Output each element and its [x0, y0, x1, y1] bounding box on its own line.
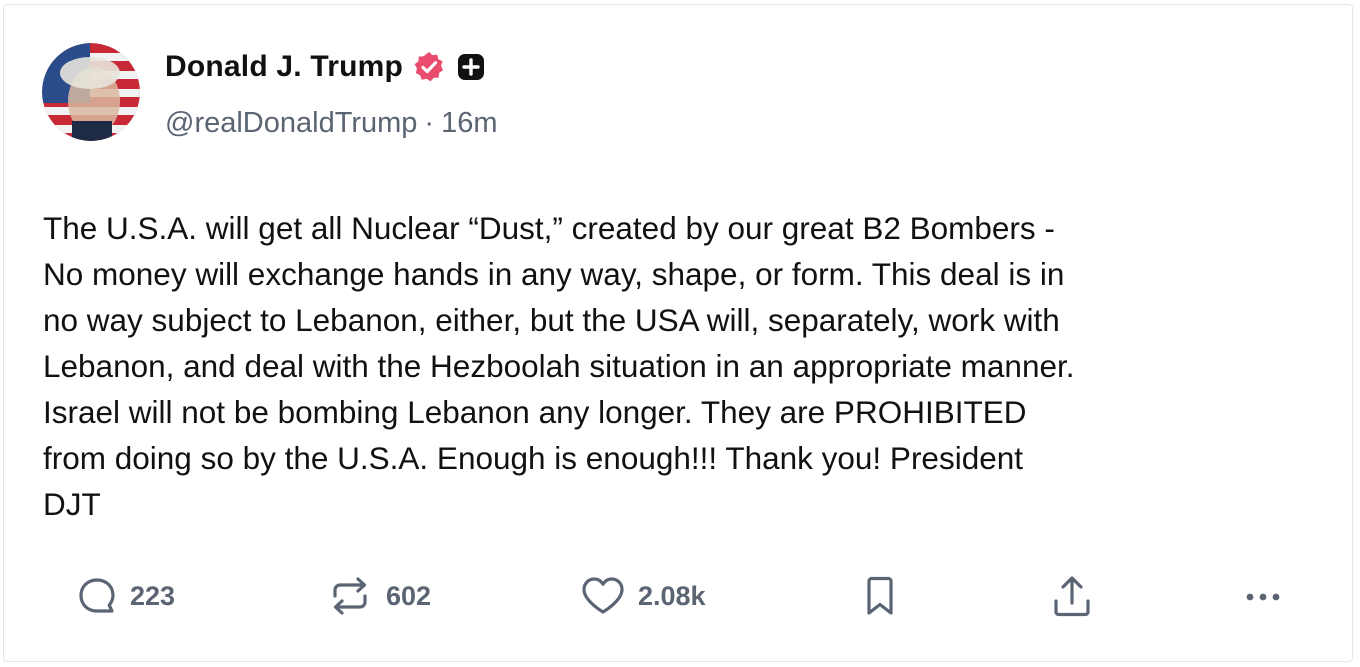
post-timestamp[interactable]: 16m [441, 107, 497, 140]
reply-count: 223 [130, 580, 176, 611]
bookmark-icon [862, 575, 898, 617]
post-body-text: The U.S.A. will get all Nuclear “Dust,” … [43, 210, 1075, 522]
post-card: Donald J. Trump @realDonaldTrump · 16m T… [3, 4, 1353, 662]
heart-icon [580, 575, 626, 617]
meta-separator: · [424, 106, 435, 139]
like-button[interactable]: 2.08k [580, 571, 706, 621]
share-button[interactable] [1050, 571, 1094, 621]
more-options-button[interactable] [1240, 571, 1286, 621]
post-actions-bar: 223 602 2.08k [4, 571, 1354, 621]
more-dots-icon [1240, 575, 1286, 617]
bookmark-button[interactable] [862, 571, 898, 621]
retruth-button[interactable]: 602 [326, 571, 431, 621]
like-count: 2.08k [638, 580, 706, 611]
avatar[interactable] [42, 43, 140, 141]
author-name-row: Donald J. Trump [165, 45, 487, 89]
author-display-name[interactable]: Donald J. Trump [165, 50, 403, 84]
repost-arrows-icon [326, 575, 374, 617]
retruth-count: 602 [386, 580, 432, 611]
reply-button[interactable]: 223 [76, 571, 175, 621]
verified-badge-icon [413, 51, 445, 83]
reply-bubble-icon [76, 575, 118, 617]
plus-box-icon [455, 51, 487, 83]
author-handle[interactable]: @realDonaldTrump [165, 107, 417, 140]
author-meta-row: @realDonaldTrump · 16m [165, 101, 498, 145]
share-upload-icon [1050, 573, 1094, 619]
